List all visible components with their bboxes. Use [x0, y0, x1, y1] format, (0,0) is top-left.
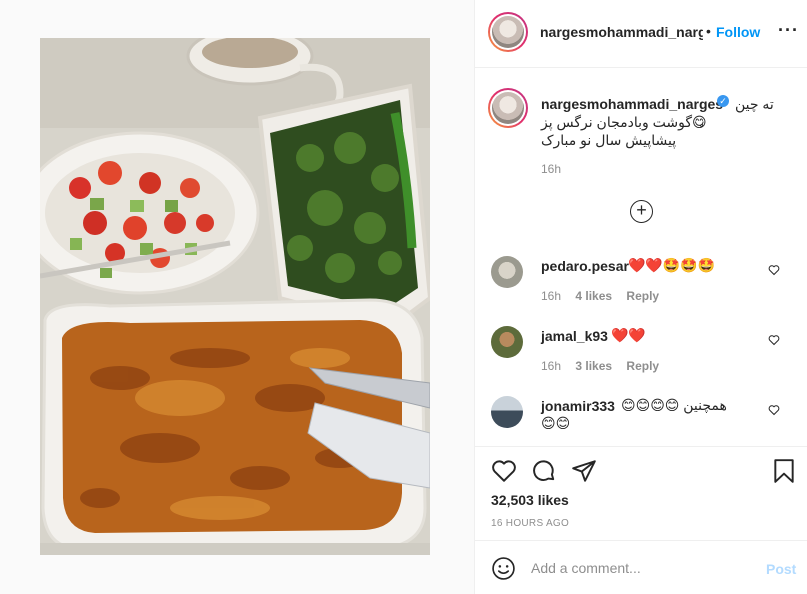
comment-avatar[interactable] [491, 256, 523, 288]
reply-button[interactable]: Reply [626, 289, 659, 303]
verified-badge-icon: ✓ [717, 95, 729, 107]
comment-username[interactable]: jonamir333 [541, 398, 615, 414]
caption-time[interactable]: 16h [541, 162, 561, 176]
post-photo[interactable] [40, 38, 430, 555]
post-actions: 32,503 likes 16 HOURS AGO [475, 446, 807, 546]
caption-line-3: پیشاپیش سال نو مبارک [541, 132, 677, 148]
caption-avatar[interactable] [488, 88, 528, 128]
comment-heart-icon[interactable] [768, 264, 780, 276]
comment-likes[interactable]: 3 likes [575, 359, 612, 373]
follow-button[interactable]: Follow [716, 24, 760, 40]
post-header: nargesmohammadi_narges • Follow ··· [475, 0, 807, 68]
caption-line-2: 😋گوشت وبادمجان نرگس پز [541, 114, 707, 130]
author-avatar[interactable] [488, 12, 528, 52]
post-media [0, 0, 474, 594]
plus-circle-icon: + [636, 200, 647, 220]
food-photo-illustration [40, 38, 430, 555]
post-side-panel: nargesmohammadi_narges • Follow ··· narg… [474, 0, 807, 594]
post-timestamp[interactable]: 16 HOURS AGO [491, 518, 569, 529]
bookmark-icon[interactable] [771, 458, 797, 484]
comment-username[interactable]: pedaro.pesar [541, 258, 629, 274]
header-separator: • [706, 23, 711, 39]
heart-icon[interactable] [491, 458, 517, 484]
caption-line-1: ته چین [735, 96, 774, 112]
comment-icon[interactable] [531, 458, 557, 484]
comment-avatar[interactable] [491, 326, 523, 358]
more-options-icon[interactable]: ··· [778, 20, 799, 41]
comment-time[interactable]: 16h [541, 289, 561, 303]
comment-text-continued: 😊😊 [541, 415, 571, 431]
caption-username[interactable]: nargesmohammadi_narges [541, 96, 723, 112]
author-username[interactable]: nargesmohammadi_narges [540, 24, 703, 40]
comment-avatar[interactable] [491, 396, 523, 428]
comment-text: همچنین 😊😊😊😊 [621, 397, 727, 413]
likes-count[interactable]: 32,503 likes [491, 492, 569, 508]
comment-text: ❤️❤️ [611, 327, 646, 343]
comment-heart-icon[interactable] [768, 404, 780, 416]
reply-button[interactable]: Reply [626, 359, 659, 373]
add-comment-bar: Post [475, 540, 807, 594]
comment-meta: 16h 3 likes Reply [541, 359, 659, 373]
post-comment-button[interactable]: Post [766, 561, 796, 577]
comment-meta: 16h 4 likes Reply [541, 289, 659, 303]
comment-time[interactable]: 16h [541, 359, 561, 373]
load-more-comments-button[interactable]: + [630, 200, 653, 223]
emoji-icon[interactable] [491, 556, 516, 581]
comment-heart-icon[interactable] [768, 334, 780, 346]
comment-likes[interactable]: 4 likes [575, 289, 612, 303]
comment-text: ❤️❤️🤩🤩🤩 [628, 257, 716, 273]
comment-username[interactable]: jamal_k93 [541, 328, 608, 344]
share-icon[interactable] [571, 458, 597, 484]
comment-input[interactable] [531, 560, 751, 576]
